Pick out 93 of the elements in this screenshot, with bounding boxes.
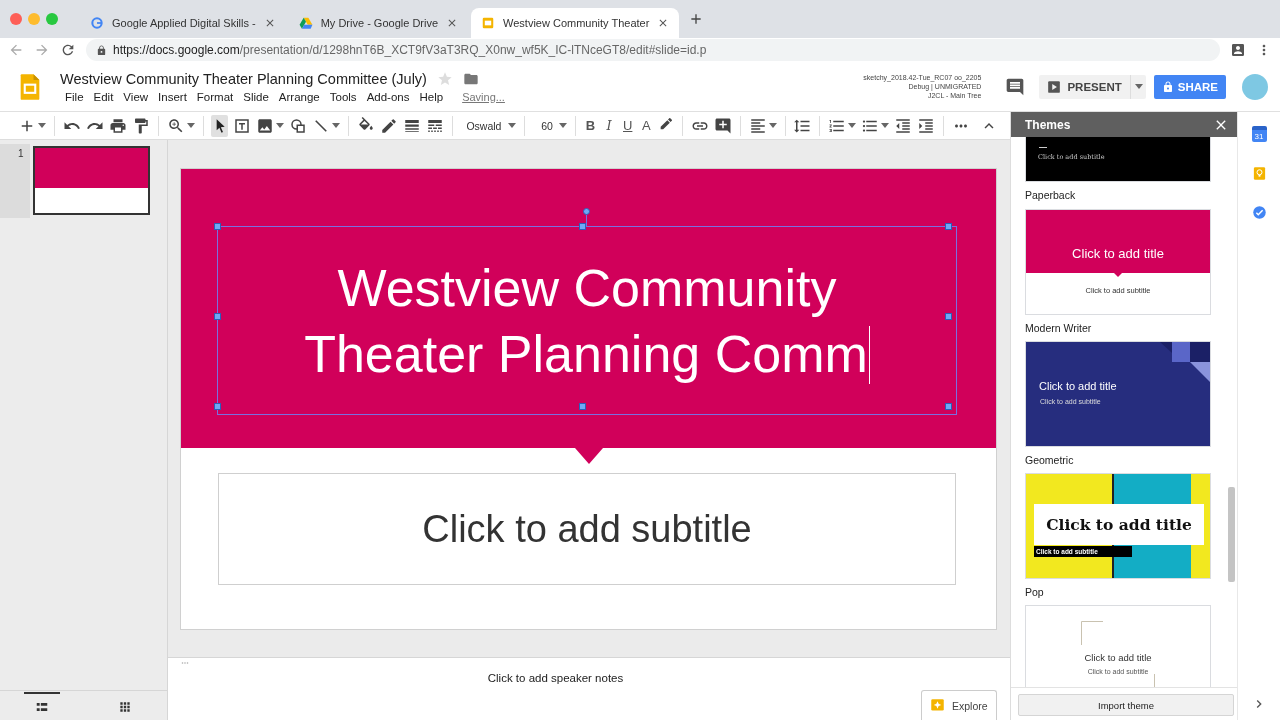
- print-icon[interactable]: [108, 116, 127, 135]
- reload-icon[interactable]: [60, 42, 76, 58]
- font-dropdown[interactable]: Oswald: [460, 119, 517, 132]
- browser-tab[interactable]: My Drive - Google Drive: [288, 8, 469, 38]
- resize-handle[interactable]: [579, 403, 586, 410]
- caret-icon[interactable]: [508, 123, 517, 128]
- browser-tab[interactable]: Westview Community Theater: [471, 8, 680, 38]
- add-comment-icon[interactable]: [713, 116, 732, 135]
- image-icon[interactable]: [255, 116, 274, 135]
- resize-handle[interactable]: [214, 313, 221, 320]
- slide-thumbnail[interactable]: [33, 146, 150, 215]
- lock-icon: [96, 44, 107, 56]
- present-options-button[interactable]: [1129, 74, 1146, 99]
- profile-icon[interactable]: [1230, 42, 1246, 58]
- google-g-icon: [90, 16, 104, 30]
- comments-icon[interactable]: [1005, 76, 1026, 97]
- sparkle-icon: [930, 698, 945, 713]
- menu-item[interactable]: Arrange: [273, 90, 325, 103]
- preview-title: Click to add title: [1071, 246, 1165, 261]
- tasks-icon[interactable]: [1251, 205, 1267, 220]
- menu-item[interactable]: File: [60, 90, 89, 103]
- subtitle-placeholder[interactable]: Click to add subtitle: [218, 473, 956, 585]
- menu-item[interactable]: Tools: [324, 90, 362, 103]
- resize-handle[interactable]: [214, 223, 221, 230]
- star-icon[interactable]: [436, 70, 453, 87]
- zoom-icon[interactable]: [166, 116, 185, 135]
- italic-button[interactable]: I: [602, 118, 616, 133]
- theme-name[interactable]: Geometric: [1025, 447, 1237, 466]
- resize-handle[interactable]: [214, 403, 221, 410]
- theme-name[interactable]: Modern Writer: [1025, 315, 1237, 334]
- decrease-indent-icon[interactable]: [894, 116, 913, 135]
- text-color-button[interactable]: A: [639, 118, 654, 133]
- caret-icon[interactable]: [331, 123, 340, 128]
- lock-icon: [1161, 80, 1174, 93]
- text-cursor: [868, 325, 870, 384]
- corner-line: [1154, 674, 1155, 687]
- divider-line: [1039, 147, 1047, 148]
- resize-handle[interactable]: [945, 223, 952, 230]
- caret-icon[interactable]: [38, 123, 46, 128]
- border-color-icon[interactable]: [379, 116, 398, 135]
- menu-item[interactable]: Format: [191, 90, 239, 103]
- slide-number: 1: [17, 147, 25, 159]
- corner-line: [1081, 621, 1103, 645]
- preview-title: Click to add title: [1034, 504, 1204, 545]
- menu-item[interactable]: Edit: [88, 90, 119, 103]
- document-title[interactable]: Westview Community Theater Planning Committee (July): [60, 70, 427, 87]
- pointer-triangle: [1114, 273, 1122, 277]
- slide-canvas[interactable]: Westview Community Theater Planning Comm Click to add subtitle: [181, 169, 996, 629]
- rotate-line: [586, 215, 587, 227]
- preview-title: Click to add title: [1039, 380, 1117, 392]
- share-button[interactable]: SHARE: [1153, 74, 1226, 99]
- caret-icon[interactable]: [558, 123, 567, 128]
- speaker-notes-field[interactable]: Click to add speaker notes: [487, 672, 624, 720]
- menu-item[interactable]: Help: [414, 90, 449, 103]
- grid-icon: [118, 699, 133, 714]
- resize-handle[interactable]: [945, 403, 952, 410]
- menu-item[interactable]: Add-ons: [361, 90, 415, 103]
- caret-icon[interactable]: [275, 123, 284, 128]
- caret-icon[interactable]: [881, 123, 890, 128]
- slides-icon: [481, 16, 496, 30]
- rotate-handle[interactable]: [583, 208, 590, 215]
- text-box-icon[interactable]: [232, 116, 251, 135]
- panel-title: Themes: [1025, 117, 1071, 132]
- import-theme-button[interactable]: Import theme: [1018, 694, 1234, 716]
- increase-indent-icon[interactable]: [917, 116, 936, 135]
- resize-handle[interactable]: [579, 223, 586, 230]
- font-size-dropdown[interactable]: 60: [533, 119, 567, 132]
- drive-icon: [298, 16, 313, 30]
- menu-item[interactable]: Slide: [238, 90, 274, 103]
- select-tool-button[interactable]: [211, 114, 228, 137]
- caret-icon[interactable]: [186, 123, 195, 128]
- theme-name[interactable]: Pop: [1025, 579, 1237, 598]
- menu-item[interactable]: View: [118, 90, 154, 103]
- align-icon[interactable]: [748, 116, 767, 135]
- bold-button[interactable]: B: [583, 118, 598, 133]
- browser-tab[interactable]: Google Applied Digital Skills -: [80, 8, 286, 38]
- preview-title: Click to add title: [1083, 652, 1153, 663]
- save-status[interactable]: Saving...: [462, 90, 505, 103]
- explore-button[interactable]: Explore: [921, 690, 997, 720]
- caret-icon[interactable]: [768, 123, 777, 128]
- theme-name[interactable]: Paperback: [1025, 182, 1237, 201]
- pointer-triangle: [575, 448, 603, 464]
- play-icon: [1047, 79, 1062, 94]
- resize-handle[interactable]: [945, 313, 952, 320]
- scrollbar-thumb[interactable]: [1228, 487, 1235, 582]
- caret-icon[interactable]: [848, 123, 857, 128]
- underline-button[interactable]: U: [620, 118, 635, 133]
- calendar-icon[interactable]: 31: [1251, 126, 1267, 142]
- menu-item[interactable]: Insert: [153, 90, 192, 103]
- caret-icon[interactable]: [1135, 84, 1144, 89]
- slide-title[interactable]: Westview Community Theater Planning Comm: [277, 254, 897, 387]
- address-bar[interactable]: https://docs.google.com/presentation/d/1298hnT6B_XCT9fV3aT3RQ_X0nw_wf5K_IC-lTNceGT8/edit#slide=id.p: [86, 39, 1220, 61]
- shape-icon[interactable]: [288, 116, 307, 135]
